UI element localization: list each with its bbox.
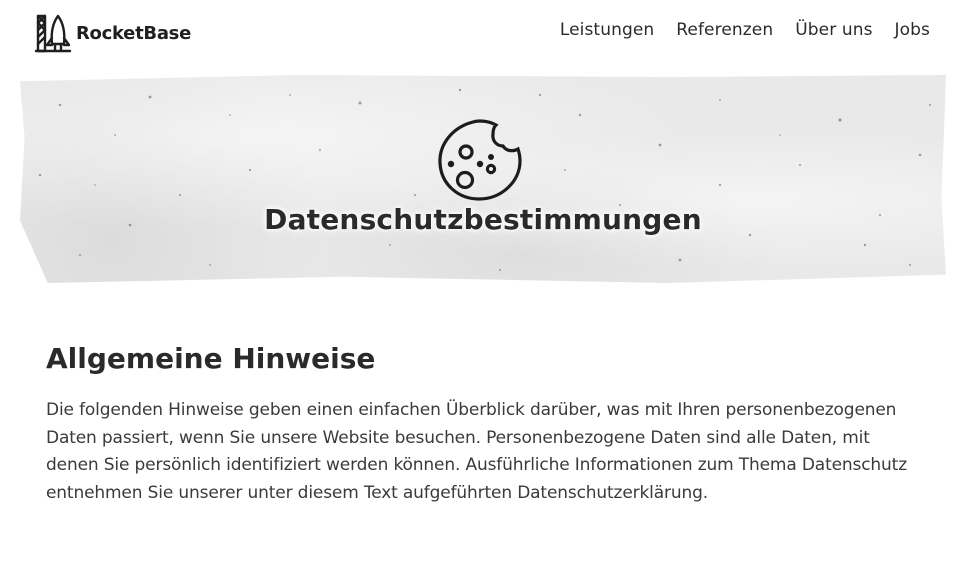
brand-logo-link[interactable]: RocketBase: [34, 12, 191, 54]
nav-item-leistungen[interactable]: Leistungen: [560, 20, 654, 40]
main-nav: Leistungen Referenzen Über uns Jobs: [560, 20, 930, 40]
hero-title: Datenschutzbestimmungen: [264, 203, 702, 236]
nav-item-jobs[interactable]: Jobs: [895, 20, 930, 40]
site-header: RocketBase Leistungen Referenzen Über un…: [0, 0, 960, 72]
rocket-logo-icon: [34, 12, 72, 54]
main-content: Allgemeine Hinweise Die folgenden Hinwei…: [46, 342, 916, 507]
cookie-icon: [433, 119, 533, 201]
section-heading: Allgemeine Hinweise: [46, 342, 376, 375]
nav-item-ueber-uns[interactable]: Über uns: [795, 20, 872, 40]
section-paragraph: Die folgenden Hinweise geben einen einfa…: [46, 400, 907, 503]
nav-item-referenzen[interactable]: Referenzen: [676, 20, 773, 40]
brand-name: RocketBase: [76, 22, 191, 44]
hero-banner: Datenschutzbestimmungen: [20, 75, 946, 283]
